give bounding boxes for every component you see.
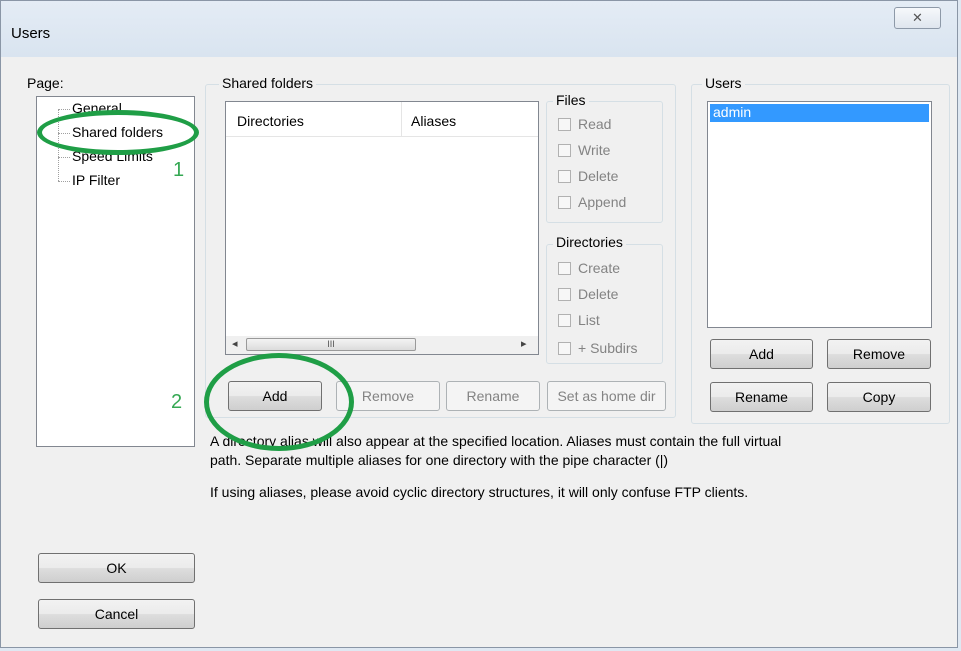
scroll-thumb-grip: III [327, 339, 335, 349]
dirs-list-checkbox[interactable] [558, 314, 571, 327]
alias-info-line-3: If using aliases, please avoid cyclic di… [210, 484, 749, 500]
dirs-list-label: List [578, 312, 600, 328]
ok-label: OK [106, 560, 127, 576]
add-user-button[interactable]: Add [710, 339, 813, 369]
directories-label: Directories [553, 234, 626, 250]
window-title: Users [11, 25, 51, 42]
files-delete-checkbox[interactable] [558, 170, 571, 183]
alias-info-line-2: path. Separate multiple aliases for one … [210, 452, 669, 468]
list-header: Directories Aliases [226, 102, 538, 137]
set-home-dir-button[interactable]: Set as home dir [547, 381, 666, 411]
tree-item-ip-filter[interactable]: IP Filter [72, 172, 120, 188]
column-divider [401, 102, 402, 136]
tree-line [58, 157, 70, 158]
scroll-left-icon[interactable]: ◂ [232, 337, 238, 350]
rename-user-button[interactable]: Rename [710, 382, 813, 412]
user-item-admin[interactable]: admin [710, 104, 929, 122]
annotation-circle-add-button [204, 353, 354, 451]
horizontal-scrollbar[interactable]: ◂ III ▸ [226, 336, 538, 354]
dirs-subdirs-checkbox[interactable] [558, 342, 571, 355]
copy-user-button[interactable]: Copy [827, 382, 931, 412]
dirs-subdirs-label: + Subdirs [578, 340, 638, 356]
cancel-button[interactable]: Cancel [38, 599, 195, 629]
ok-button[interactable]: OK [38, 553, 195, 583]
close-button[interactable]: ✕ [894, 7, 941, 29]
tree-line [58, 109, 70, 110]
dirs-delete-label: Delete [578, 286, 619, 302]
files-append-label: Append [578, 194, 627, 210]
annotation-number-1: 1 [173, 159, 185, 181]
annotation-number-2: 2 [171, 391, 183, 413]
files-write-label: Write [578, 142, 611, 158]
scroll-thumb[interactable]: III [246, 338, 416, 351]
cancel-label: Cancel [94, 606, 139, 622]
column-aliases[interactable]: Aliases [411, 113, 456, 129]
dirs-create-label: Create [578, 260, 621, 276]
files-delete-label: Delete [578, 168, 619, 184]
remove-user-label: Remove [852, 346, 906, 362]
rename-folder-label: Rename [466, 388, 520, 404]
users-list[interactable]: admin [707, 101, 932, 328]
remove-user-button[interactable]: Remove [827, 339, 931, 369]
shared-folders-label: Shared folders [219, 75, 317, 91]
users-label: Users [702, 75, 745, 91]
tree-line [58, 181, 70, 182]
scroll-right-icon[interactable]: ▸ [521, 337, 527, 350]
column-directories[interactable]: Directories [237, 113, 304, 129]
dialog-body: Page: General Shared folders Speed Limit… [9, 57, 951, 643]
files-label: Files [553, 92, 589, 108]
annotation-circle-shared-folders [37, 110, 199, 155]
files-append-checkbox[interactable] [558, 196, 571, 209]
close-icon: ✕ [912, 10, 923, 25]
dirs-delete-checkbox[interactable] [558, 288, 571, 301]
page-label: Page: [27, 75, 64, 91]
files-read-label: Read [578, 116, 612, 132]
title-bar: Users ✕ [1, 1, 957, 57]
user-item-admin-label: admin [713, 104, 752, 120]
copy-user-label: Copy [862, 389, 896, 405]
shared-folders-list[interactable]: Directories Aliases ◂ III ▸ [225, 101, 539, 355]
set-home-dir-label: Set as home dir [557, 388, 656, 404]
dirs-create-checkbox[interactable] [558, 262, 571, 275]
add-user-label: Add [749, 346, 774, 362]
users-dialog: Users ✕ Page: General Shared folders Spe… [0, 0, 958, 648]
files-write-checkbox[interactable] [558, 144, 571, 157]
rename-user-label: Rename [735, 389, 788, 405]
rename-folder-button[interactable]: Rename [446, 381, 540, 411]
files-read-checkbox[interactable] [558, 118, 571, 131]
